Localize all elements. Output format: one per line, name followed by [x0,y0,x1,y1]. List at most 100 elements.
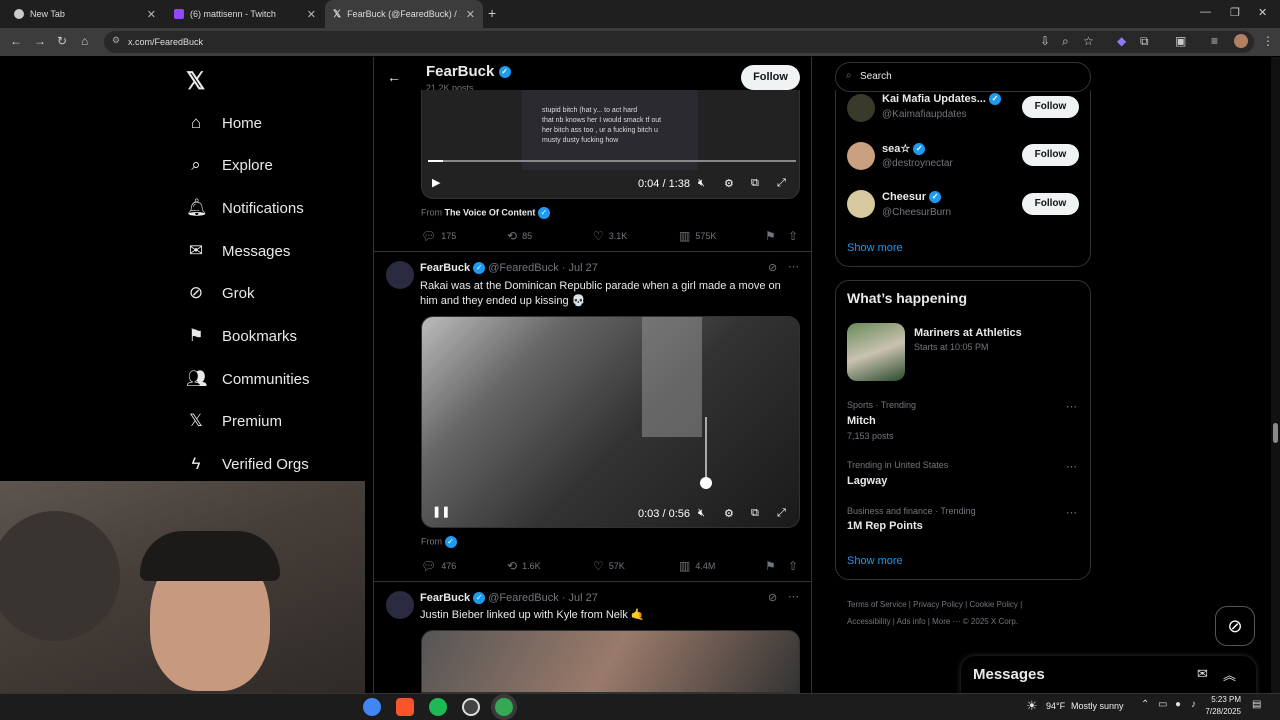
footer-link[interactable]: Terms of Service [847,600,907,609]
author-name[interactable]: FearBuck [420,592,470,604]
views-button[interactable]: ▥ 575K [679,229,716,243]
page-scrollbar[interactable] [1271,57,1280,693]
video-progress-bar[interactable] [428,160,796,162]
sidebar-item-bookmarks[interactable]: ⚑ Bookmarks [186,321,297,351]
reply-button[interactable]: 💬︎ 175 [421,229,456,243]
x-logo-icon[interactable]: 𝕏 [186,67,205,96]
like-button[interactable]: ♡ 57K [593,559,625,573]
sidebar-item-notifications[interactable]: 🔔︎ Notifications [186,193,304,223]
grok-icon[interactable]: ⊘ [768,591,777,604]
show-more-link[interactable]: Show more [847,242,903,254]
clock-time[interactable]: 5:23 PM [1205,695,1241,704]
menu-icon[interactable]: ⋮ [1262,34,1274,48]
mic-icon[interactable]: ● [1175,699,1181,710]
compose-message-icon[interactable]: ✉ [1197,666,1208,682]
restore-icon[interactable]: ❐ [1230,6,1240,19]
footer-link[interactable]: Ads info [897,617,926,626]
mute-icon[interactable]: 🔇︎ [698,177,705,190]
trend-title[interactable]: Mitch [847,415,876,427]
profile-avatar[interactable] [1234,34,1248,48]
search-input[interactable]: Search [835,62,1091,92]
settings-icon[interactable]: ⚙ [724,507,734,520]
brave-icon[interactable] [396,698,414,716]
back-arrow-icon[interactable]: ← [387,69,401,85]
post-video[interactable] [421,630,800,693]
tab-x-fearbuck[interactable]: 𝕏 FearBuck (@FearedBuck) / X ✕ [325,0,483,28]
avatar[interactable] [386,591,414,619]
sidebar-item-grok[interactable]: ⊘ Grok [186,278,255,308]
more-icon[interactable]: ⋯ [788,260,799,273]
zoom-icon[interactable]: ⌕ [1062,34,1069,49]
extension-icon[interactable]: ◆ [1117,34,1126,48]
post-video[interactable]: stupid bitch (hat y... to act hard that … [421,90,800,199]
event-title[interactable]: Mariners at Athletics [914,327,1022,339]
clock-date[interactable]: 7/28/2025 [1200,707,1241,716]
pip-icon[interactable]: ⧉ [751,177,759,190]
post-date[interactable]: · Jul 27 [562,592,598,604]
more-icon[interactable]: ⋯ [1066,460,1077,473]
speaker-icon[interactable]: ♪ [1191,699,1196,710]
scrollbar-thumb[interactable] [1273,423,1278,443]
sidebar-item-home[interactable]: ⌂ Home [186,108,262,138]
footer-link[interactable]: More ··· [932,617,960,626]
avatar[interactable] [847,142,875,170]
obs-icon[interactable] [462,698,480,716]
minimize-icon[interactable]: — [1200,6,1211,18]
footer-link[interactable]: Cookie Policy [969,600,1017,609]
notification-icon[interactable]: ▤ [1252,699,1261,710]
post-date[interactable]: · Jul 27 [562,262,598,274]
chrome-active-icon[interactable] [495,698,513,716]
volume-handle[interactable] [700,477,712,489]
sidepanel-icon[interactable]: ▣ [1175,34,1186,48]
share-button[interactable]: ⇧ [788,559,798,573]
suggest-name[interactable]: sea☆ ✓ [882,142,926,156]
pip-icon[interactable]: ⧉ [751,507,759,520]
fullscreen-icon[interactable]: ⤢ [777,507,786,520]
suggest-name[interactable]: Kai Mafia Updates... ✓ [882,93,1001,106]
chevron-up-icon[interactable]: ︽ [1223,665,1236,684]
avatar[interactable] [386,261,414,289]
show-more-link[interactable]: Show more [847,555,903,567]
event-image[interactable] [847,323,905,381]
suggest-name[interactable]: Cheesur ✓ [882,191,942,204]
trend-title[interactable]: 1M Rep Points [847,520,923,532]
drive-icon[interactable]: ▭ [1158,699,1167,710]
footer-link[interactable]: Accessibility [847,617,891,626]
author-name[interactable]: FearBuck [420,262,470,274]
forward-icon[interactable]: → [34,34,46,48]
source-name[interactable]: The Voice Of Content [445,207,536,217]
star-icon[interactable]: ☆ [1083,34,1094,48]
follow-button[interactable]: Follow [1022,193,1079,215]
settings-icon[interactable]: ⚙ [724,177,734,190]
weather-desc[interactable]: Mostly sunny [1071,701,1124,711]
author-handle[interactable]: @FearedBuck [488,262,558,274]
bookmark-button[interactable]: ⚑ [765,229,776,243]
home-button-icon[interactable]: ⌂ [81,34,88,48]
sidebar-item-premium[interactable]: 𝕏 Premium [186,406,282,436]
pause-icon[interactable]: ❚❚ [432,505,450,518]
media-icon[interactable]: ≡ [1211,34,1218,48]
close-icon[interactable]: ✕ [307,8,316,21]
suggest-handle[interactable]: @Kaimafiaupdates [882,109,967,120]
sidebar-item-communities[interactable]: 👥︎ Communities [186,364,310,394]
grok-fab-icon[interactable]: ⊘ [1215,606,1255,646]
weather-temp[interactable]: 94°F [1046,701,1065,711]
sidebar-item-explore[interactable]: ⌕ Explore [186,150,273,180]
more-icon[interactable]: ⋯ [1066,506,1077,519]
close-icon[interactable]: ✕ [466,8,475,21]
footer-link[interactable]: Privacy Policy [913,600,963,609]
grok-icon[interactable]: ⊘ [768,261,777,274]
suggest-handle[interactable]: @CheesurBurn [882,207,951,218]
like-button[interactable]: ♡ 3.1K [593,229,627,243]
reload-icon[interactable]: ↻ [57,34,67,48]
avatar[interactable] [847,190,875,218]
spotify-icon[interactable] [429,698,447,716]
author-handle[interactable]: @FearedBuck [488,592,558,604]
follow-button[interactable]: Follow [1022,96,1079,118]
suggest-handle[interactable]: @destroynectar [882,158,953,169]
messages-drawer[interactable]: Messages ✉ ︽ [961,656,1256,696]
reply-button[interactable]: 💬︎ 476 [421,559,456,573]
bookmark-button[interactable]: ⚑ [765,559,776,573]
puzzle-icon[interactable]: ⧉ [1140,34,1149,49]
tab-new-tab[interactable]: New Tab ✕ [6,0,164,28]
